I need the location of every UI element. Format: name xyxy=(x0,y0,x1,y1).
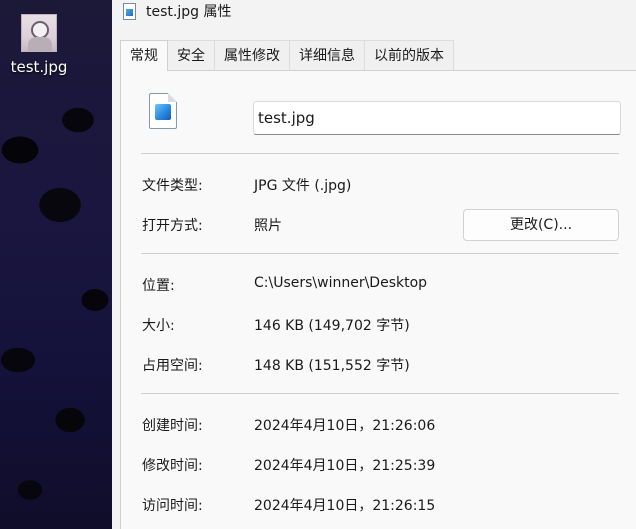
divider xyxy=(141,393,619,394)
file-type-value: JPG 文件 (.jpg) xyxy=(254,178,352,194)
opens-with-value: 照片 xyxy=(254,218,282,234)
image-thumbnail-icon xyxy=(21,14,57,52)
general-panel: 文件类型: JPG 文件 (.jpg) 打开方式: 照片 更改(C)... 位置… xyxy=(120,70,636,529)
image-file-icon xyxy=(149,93,177,129)
tab-attribute-modify[interactable]: 属性修改 xyxy=(214,40,290,70)
modified-value: 2024年4月10日，21:25:39 xyxy=(254,458,436,474)
tab-strip: 常规 安全 属性修改 详细信息 以前的版本 xyxy=(120,40,454,71)
size-on-disk-value: 148 KB (151,552 字节) xyxy=(254,358,410,374)
file-type-label: 文件类型: xyxy=(142,178,203,194)
title-bar[interactable]: test.jpg 属性 xyxy=(112,0,636,28)
divider xyxy=(141,153,619,154)
size-label: 大小: xyxy=(142,318,175,334)
location-value: C:\Users\winner\Desktop xyxy=(254,275,428,291)
desktop: test.jpg xyxy=(0,0,112,529)
properties-window: test.jpg 属性 常规 安全 属性修改 详细信息 以前的版本 文件类型: … xyxy=(112,0,636,529)
tab-previous-versions[interactable]: 以前的版本 xyxy=(364,40,454,70)
desktop-file-icon[interactable]: test.jpg xyxy=(4,14,74,76)
accessed-label: 访问时间: xyxy=(142,498,203,514)
file-name-input[interactable] xyxy=(253,101,621,135)
tab-details[interactable]: 详细信息 xyxy=(289,40,365,70)
size-on-disk-label: 占用空间: xyxy=(142,358,203,374)
opens-with-label: 打开方式: xyxy=(142,218,203,234)
desktop-file-label: test.jpg xyxy=(10,58,68,76)
image-file-icon xyxy=(123,3,136,20)
created-label: 创建时间: xyxy=(142,418,203,434)
size-value: 146 KB (149,702 字节) xyxy=(254,318,410,334)
window-title: test.jpg 属性 xyxy=(146,4,232,20)
accessed-value: 2024年4月10日，21:26:15 xyxy=(254,498,436,514)
tab-general[interactable]: 常规 xyxy=(120,40,168,71)
divider xyxy=(141,253,619,254)
modified-label: 修改时间: xyxy=(142,458,203,474)
location-label: 位置: xyxy=(142,278,175,294)
created-value: 2024年4月10日，21:26:06 xyxy=(254,418,436,434)
tab-security[interactable]: 安全 xyxy=(167,40,215,70)
change-button[interactable]: 更改(C)... xyxy=(463,209,619,241)
